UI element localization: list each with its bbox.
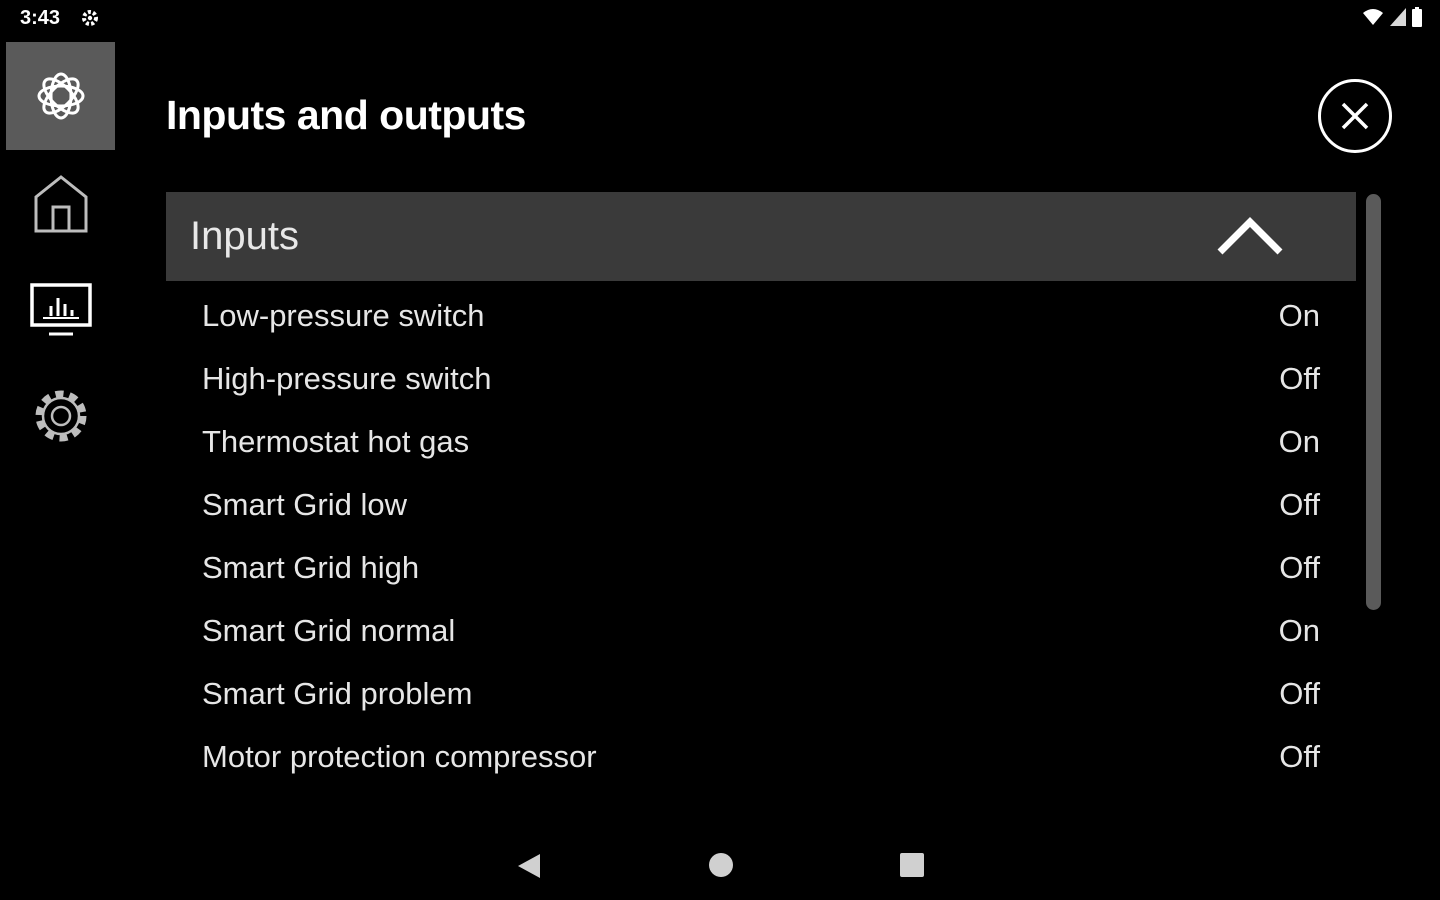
gear-icon bbox=[35, 390, 86, 442]
input-value: On bbox=[1278, 423, 1320, 459]
side-nav bbox=[0, 40, 120, 820]
close-icon bbox=[1341, 102, 1369, 130]
status-icons bbox=[1362, 7, 1422, 27]
input-value: Off bbox=[1279, 675, 1320, 711]
input-label: High-pressure switch bbox=[202, 360, 492, 396]
nav-item-app[interactable] bbox=[6, 42, 115, 150]
list-item: Smart Grid low Off bbox=[166, 473, 1356, 536]
home-circle-icon[interactable] bbox=[709, 853, 733, 877]
recents-icon[interactable] bbox=[900, 853, 924, 877]
inputs-list: Low-pressure switch On High-pressure swi… bbox=[166, 284, 1356, 788]
input-value: Off bbox=[1279, 738, 1320, 774]
input-value: On bbox=[1278, 612, 1320, 648]
signal-icon bbox=[1390, 8, 1406, 26]
status-time: 3:43 bbox=[20, 7, 61, 29]
input-label: Smart Grid normal bbox=[202, 612, 456, 648]
home-icon bbox=[34, 175, 87, 233]
input-label: Smart Grid high bbox=[202, 549, 420, 585]
input-value: Off bbox=[1279, 549, 1320, 585]
app-logo-icon bbox=[37, 72, 84, 120]
chevron-up-icon bbox=[1217, 217, 1283, 255]
page-title: Inputs and outputs bbox=[166, 92, 526, 138]
input-value: Off bbox=[1279, 360, 1320, 396]
list-item: Smart Grid problem Off bbox=[166, 662, 1356, 725]
nav-item-monitor[interactable] bbox=[6, 256, 115, 364]
inputs-section-header[interactable]: Inputs bbox=[166, 192, 1356, 281]
list-item: Low-pressure switch On bbox=[166, 284, 1356, 347]
input-value: On bbox=[1278, 297, 1320, 333]
input-value: Off bbox=[1279, 486, 1320, 522]
input-label: Smart Grid low bbox=[202, 486, 407, 522]
input-label: Low-pressure switch bbox=[202, 297, 485, 333]
section-title: Inputs bbox=[190, 214, 299, 258]
scrollbar[interactable] bbox=[1366, 194, 1381, 610]
input-label: Thermostat hot gas bbox=[202, 423, 470, 459]
list-item: Motor protection compressor Off bbox=[166, 725, 1356, 788]
list-item: Smart Grid high Off bbox=[166, 536, 1356, 599]
screen: 3:43 Inputs and outputs Inputs Low-press… bbox=[0, 0, 1440, 900]
status-bar: 3:43 bbox=[0, 0, 1440, 38]
list-item: Smart Grid normal On bbox=[166, 599, 1356, 662]
battery-icon bbox=[1412, 7, 1422, 27]
list-item: High-pressure switch Off bbox=[166, 347, 1356, 410]
list-item: Thermostat hot gas On bbox=[166, 410, 1356, 473]
monitor-chart-icon bbox=[29, 283, 92, 336]
nav-item-settings[interactable] bbox=[6, 362, 115, 470]
nav-item-home[interactable] bbox=[6, 150, 115, 258]
system-nav-bar bbox=[0, 830, 1440, 900]
input-label: Smart Grid problem bbox=[202, 675, 473, 711]
input-label: Motor protection compressor bbox=[202, 738, 597, 774]
back-icon[interactable] bbox=[516, 852, 542, 880]
wifi-icon bbox=[1363, 9, 1383, 25]
close-button[interactable] bbox=[1318, 79, 1392, 153]
gear-icon bbox=[82, 10, 98, 26]
